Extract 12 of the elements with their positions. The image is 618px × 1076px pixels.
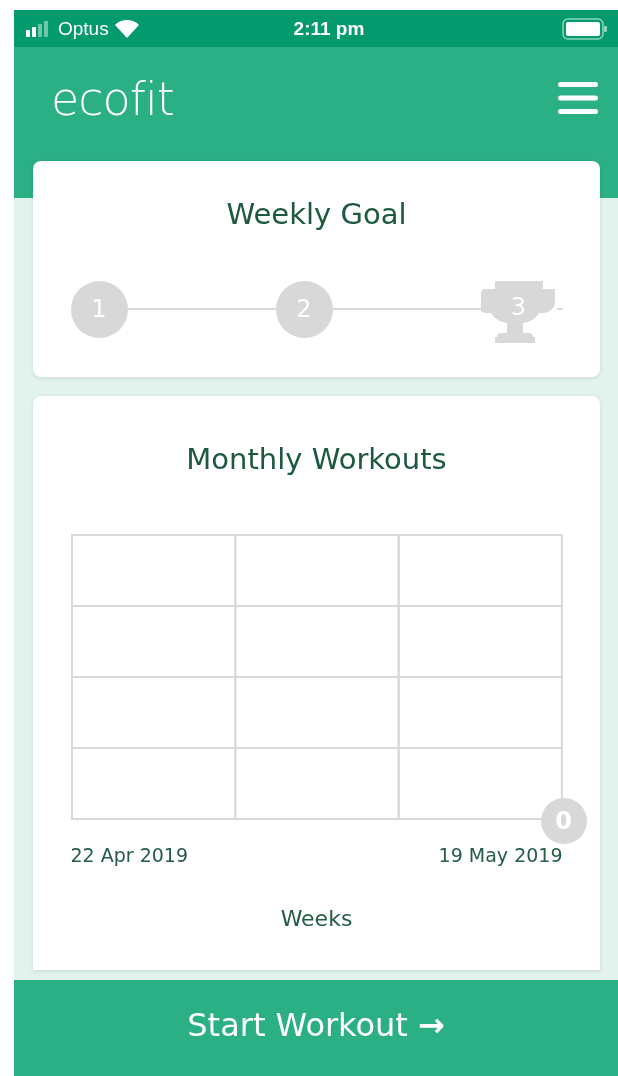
start-workout-button[interactable]: Start Workout → [14,980,618,1076]
wifi-icon [114,19,139,38]
card-title: Weekly Goal [226,197,407,231]
menu-button[interactable] [558,80,598,116]
carrier-name: Optus [58,17,109,40]
start-date-label: 22 Apr 2019 [70,844,188,866]
card-title: Monthly Workouts [186,442,447,476]
battery-icon [562,17,608,40]
status-time: 2:11 pm [292,17,366,40]
app-logo: ecofit [51,72,174,128]
axis-label: Weeks [280,906,353,931]
end-date-label: 19 May 2019 [438,844,563,866]
